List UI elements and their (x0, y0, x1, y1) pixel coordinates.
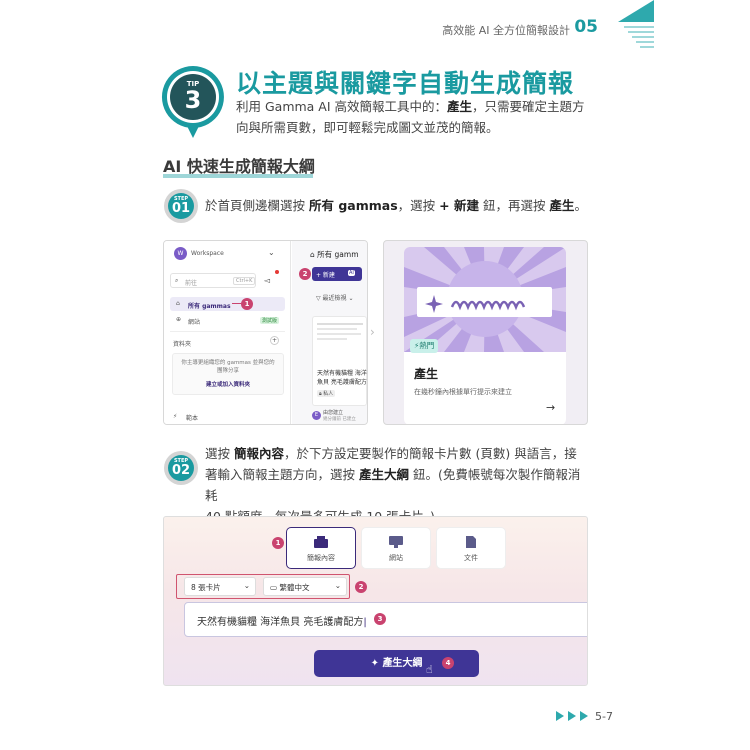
card-count-select[interactable]: 8 張卡片 ⌄ (184, 577, 256, 596)
gammas-panel: ⌂ 所有 gamm + 新建 AI 2 ▽ 最近檢視 ⌄ 天然有機貓糧 海洋魚貝… (292, 241, 367, 424)
marker-2-form: 2 (355, 581, 367, 593)
search-icon: ⌕ (175, 277, 179, 284)
home-icon: ⌂ (176, 300, 180, 307)
step-02-text: 選按 簡報內容，於下方設定要製作的簡報卡片數 (頁數) 與語言，接 著輸入簡報主… (205, 446, 581, 524)
sparkle-icon: ✦ (370, 658, 379, 669)
megaphone-icon[interactable]: ◅ (264, 276, 270, 285)
notification-dot (275, 270, 279, 274)
sidebar-item-sites[interactable]: ⊕ 網站 測試版 (170, 313, 285, 327)
corner-decoration (618, 0, 654, 48)
footer-arrows-icon (556, 711, 588, 721)
new-button[interactable]: + 新建 AI (312, 267, 362, 281)
marker-1-form: 1 (272, 537, 284, 549)
author-avatar: E (312, 411, 321, 420)
search-input[interactable]: ⌕ 前往 Ctrl+K (170, 273, 256, 288)
card-description: 在幾秒鐘內根據單行提示來建立 (414, 388, 512, 396)
hot-badge: ⚡熱門 (410, 339, 439, 353)
language-select[interactable]: ▭ 繁體中文 ⌄ (263, 577, 347, 596)
workspace-name[interactable]: Workspace (191, 250, 224, 257)
page-number: 5-7 (595, 710, 613, 723)
doc-title: 天然有機貓糧 海洋魚貝 亮毛護膚配方 (317, 370, 367, 386)
card-title: 產生 (414, 367, 439, 381)
chevron-down-icon[interactable]: ⌄ (268, 248, 275, 257)
private-badge: 🔒︎ 私人 (317, 390, 336, 397)
language-icon: ▭ (270, 583, 278, 592)
create-folder-link[interactable]: 建立或加入資料夾 (173, 380, 283, 388)
tip-title: 以主題與關鍵字自動生成簡報 (236, 69, 575, 98)
chevron-right-icon: › (370, 325, 375, 339)
monitor-icon (389, 536, 403, 548)
marker-4: 4 (442, 657, 454, 669)
marker-2: 2 (299, 268, 311, 280)
presentation-icon (314, 536, 328, 548)
topic-prompt-input[interactable]: 天然有機貓糧 海洋魚貝 亮毛護膚配方| (184, 602, 587, 637)
screenshot-generate-form: 簡報內容 1 網站 文件 8 張卡片 ⌄ ▭ 繁體中文 ⌄ 2 天然有機貓糧 海… (163, 516, 588, 686)
template-icon: ⚡ (173, 413, 178, 420)
add-folder-icon[interactable]: + (270, 336, 279, 345)
gamma-doc-card[interactable]: 天然有機貓糧 海洋魚貝 亮毛護膚配方 🔒︎ 私人 (312, 316, 367, 406)
marker-line (232, 303, 241, 304)
step-02-badge: STEP 02 (163, 450, 199, 486)
tab-document[interactable]: 文件 (436, 527, 506, 569)
section-heading: AI 快速生成簡報大綱 (163, 157, 315, 176)
author-time: 幾分鐘前 已建立 (323, 417, 356, 422)
generate-outline-button[interactable]: ✦ 產生大綱 (314, 650, 479, 677)
marker-1: 1 (241, 298, 253, 310)
folders-heading: 資料夾 (173, 341, 192, 348)
folders-info-card: 你主導更組織您的 gammas 並與您的團隊分享 建立或加入資料夾 (172, 353, 284, 395)
sidebar: W Workspace ⌄ ⌕ 前往 Ctrl+K ◅ ⌂ 所有 gammas … (164, 241, 291, 424)
arrow-right-icon[interactable]: → (546, 401, 555, 414)
chevron-down-icon: ⌄ (243, 581, 250, 590)
tab-web[interactable]: 網站 (361, 527, 431, 569)
screenshot-generate-card: ⚡熱門 3 產生 在幾秒鐘內根據單行提示來建立 → (383, 240, 588, 425)
globe-icon: ⊕ (176, 316, 182, 323)
sidebar-item-templates[interactable]: 範本 (186, 413, 198, 422)
tip-description: 利用 Gamma AI 高效簡報工具中的：產生，只需要確定主題方向與所需頁數，即… (236, 99, 585, 135)
divider (170, 331, 285, 332)
panel-title: ⌂ 所有 gamm (310, 250, 359, 259)
screenshot-sidebar: W Workspace ⌄ ⌕ 前往 Ctrl+K ◅ ⌂ 所有 gammas … (163, 240, 368, 425)
workspace-avatar[interactable]: W (174, 247, 187, 260)
filter-dropdown[interactable]: ▽ 最近檢視 ⌄ (316, 293, 353, 302)
tip-number: 3 (184, 86, 202, 114)
marker-3-form: 3 (374, 613, 386, 625)
generate-card[interactable]: ⚡熱門 3 產生 在幾秒鐘內根據單行提示來建立 → (404, 247, 566, 424)
step-01-text: 於首頁側邊欄選按 所有 gammas，選按 + 新建 鈕，再選按 產生。 (205, 198, 587, 213)
tip-badge: TIP 3 (158, 62, 228, 140)
chapter-number: 05 (574, 17, 598, 37)
author-label: 由您建立 (323, 410, 344, 416)
cursor-icon: ☝︎ (426, 663, 433, 676)
running-header-title: 高效能 AI 全方位簡報設計 (442, 24, 570, 37)
tab-presentation[interactable]: 簡報內容 (286, 527, 356, 569)
chevron-down-icon: ⌄ (334, 581, 341, 590)
document-icon (466, 536, 476, 548)
sidebar-item-all-gammas[interactable]: ⌂ 所有 gammas (170, 297, 285, 311)
card-illustration (404, 247, 566, 352)
step-01-badge: STEP 01 (163, 188, 199, 224)
